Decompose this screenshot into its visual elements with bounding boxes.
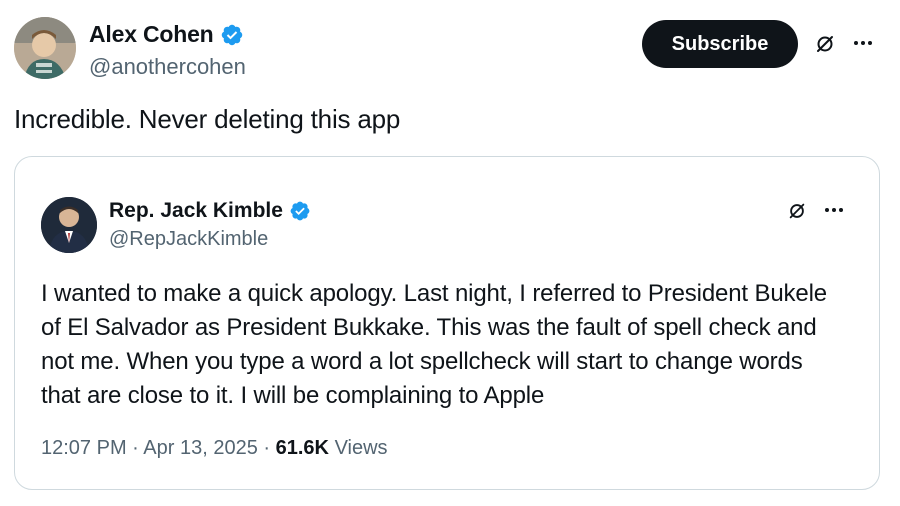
author-handle[interactable]: @anothercohen [89,54,246,80]
verified-badge-icon [221,24,242,45]
author-avatar[interactable] [14,17,76,79]
grok-icon[interactable] [814,33,836,55]
subscribe-button[interactable]: Subscribe [642,20,798,68]
quoted-author-display-name[interactable]: Rep. Jack Kimble [109,199,283,223]
quoted-author-avatar[interactable] [41,197,97,253]
author-name-row: Alex Cohen [89,21,246,48]
more-options-icon[interactable] [854,41,872,45]
meta-separator: · [263,437,271,459]
quoted-tweet-meta: 12:07 PM · Apr 13, 2025 · 61.6K Views [41,437,388,460]
views-count: 61.6K [275,437,329,459]
views-label: Views [334,437,388,459]
more-options-icon[interactable] [825,208,843,212]
author-info: Alex Cohen @anothercohen [89,21,246,80]
tweet-time[interactable]: 12:07 PM [41,437,127,459]
tweet-date[interactable]: Apr 13, 2025 [143,437,258,459]
quoted-author-name-row: Rep. Jack Kimble [109,199,311,223]
quoted-author-info: Rep. Jack Kimble @RepJackKimble [109,199,311,251]
author-avatar-image [14,17,76,79]
author-display-name[interactable]: Alex Cohen [89,21,214,48]
tweet-header: Alex Cohen @anothercohen Subscribe [14,17,886,81]
grok-icon[interactable] [787,201,807,221]
meta-separator: · [132,437,139,459]
quoted-tweet-card[interactable]: Rep. Jack Kimble @RepJackKimble I wanted… [14,156,880,490]
verified-badge-icon [290,201,310,221]
quoted-author-avatar-image [41,197,97,253]
tweet-text: Incredible. Never deleting this app [14,104,401,134]
quoted-tweet-text: I wanted to make a quick apology. Last n… [41,280,827,409]
quoted-author-handle[interactable]: @RepJackKimble [109,228,311,251]
